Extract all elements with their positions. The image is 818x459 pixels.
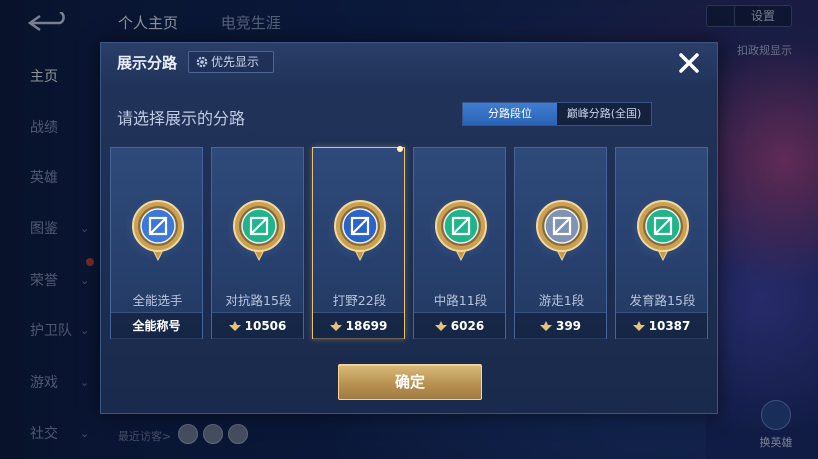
lane-card-footer-value: 10506 <box>244 319 287 333</box>
lane-tab-switch: 分路段位 巅峰分路(全国) <box>462 102 652 126</box>
lane-card-label: 中路11段 <box>433 293 488 308</box>
lane-card-label: 发育路15段 <box>629 293 696 308</box>
dialog-header: 展示分路 优先显示 <box>101 43 717 81</box>
clash-lane-badge-icon <box>233 200 285 262</box>
points-icon <box>329 321 342 331</box>
lane-card-footer-value: 6026 <box>450 319 485 333</box>
lane-card-footer: 10506 <box>212 312 303 339</box>
lane-card-footer: 18699 <box>313 312 404 339</box>
roam-badge-icon <box>536 200 588 262</box>
lane-card-footer-value: 10387 <box>648 319 691 333</box>
lane-display-dialog: 展示分路 优先显示 请选择展示的分路 分路段位 巅峰分路(全国) 全能选手全能称… <box>100 42 718 414</box>
lane-card[interactable]: 打野22段 18699 <box>312 146 405 339</box>
priority-display-button[interactable]: 优先显示 <box>188 51 274 73</box>
confirm-button[interactable]: 确定 <box>338 364 482 400</box>
close-button[interactable] <box>675 48 703 76</box>
points-icon <box>228 321 241 331</box>
lane-card[interactable]: 游走1段 399 <box>514 147 607 339</box>
priority-display-label: 优先显示 <box>211 55 260 69</box>
lane-card-label: 全能选手 <box>132 293 183 308</box>
mid-lane-badge-icon <box>435 200 487 262</box>
dialog-subtitle: 请选择展示的分路 <box>117 109 246 128</box>
lane-card-label: 游走1段 <box>538 293 585 308</box>
jungle-badge-icon <box>334 200 386 262</box>
all-rounder-badge-icon <box>132 200 184 262</box>
lane-card-footer: 10387 <box>616 312 707 339</box>
lane-card-footer-value: 18699 <box>345 319 388 333</box>
points-icon <box>434 321 447 331</box>
lane-card-footer-value: 399 <box>555 319 582 333</box>
gear-icon <box>196 56 208 68</box>
lane-card-label: 打野22段 <box>332 293 387 308</box>
lane-card-footer: 全能称号 <box>111 312 202 339</box>
lane-card-list: 全能选手 全能称号 对抗路15段 10506 打野22段 18699 中路11段 6026 游走… <box>110 146 710 339</box>
lane-card[interactable]: 对抗路15段 10506 <box>211 147 304 339</box>
points-icon <box>539 321 552 331</box>
lane-card[interactable]: 中路11段 6026 <box>413 147 506 339</box>
dialog-title: 展示分路 <box>117 54 178 72</box>
lane-card-footer: 6026 <box>414 312 505 339</box>
farm-lane-badge-icon <box>637 200 689 262</box>
lane-card[interactable]: 全能选手 全能称号 <box>110 147 203 339</box>
close-icon <box>679 53 699 73</box>
tab-lane-rank[interactable]: 分路段位 <box>463 103 557 125</box>
tab-peak-lane-national[interactable]: 巅峰分路(全国) <box>557 103 651 125</box>
lane-card-label: 对抗路15段 <box>225 293 292 308</box>
lane-card[interactable]: 发育路15段 10387 <box>615 147 708 339</box>
selected-corner-mark <box>397 146 403 152</box>
lane-card-footer-value: 全能称号 <box>132 319 181 333</box>
lane-card-footer: 399 <box>515 312 606 339</box>
points-icon <box>632 321 645 331</box>
